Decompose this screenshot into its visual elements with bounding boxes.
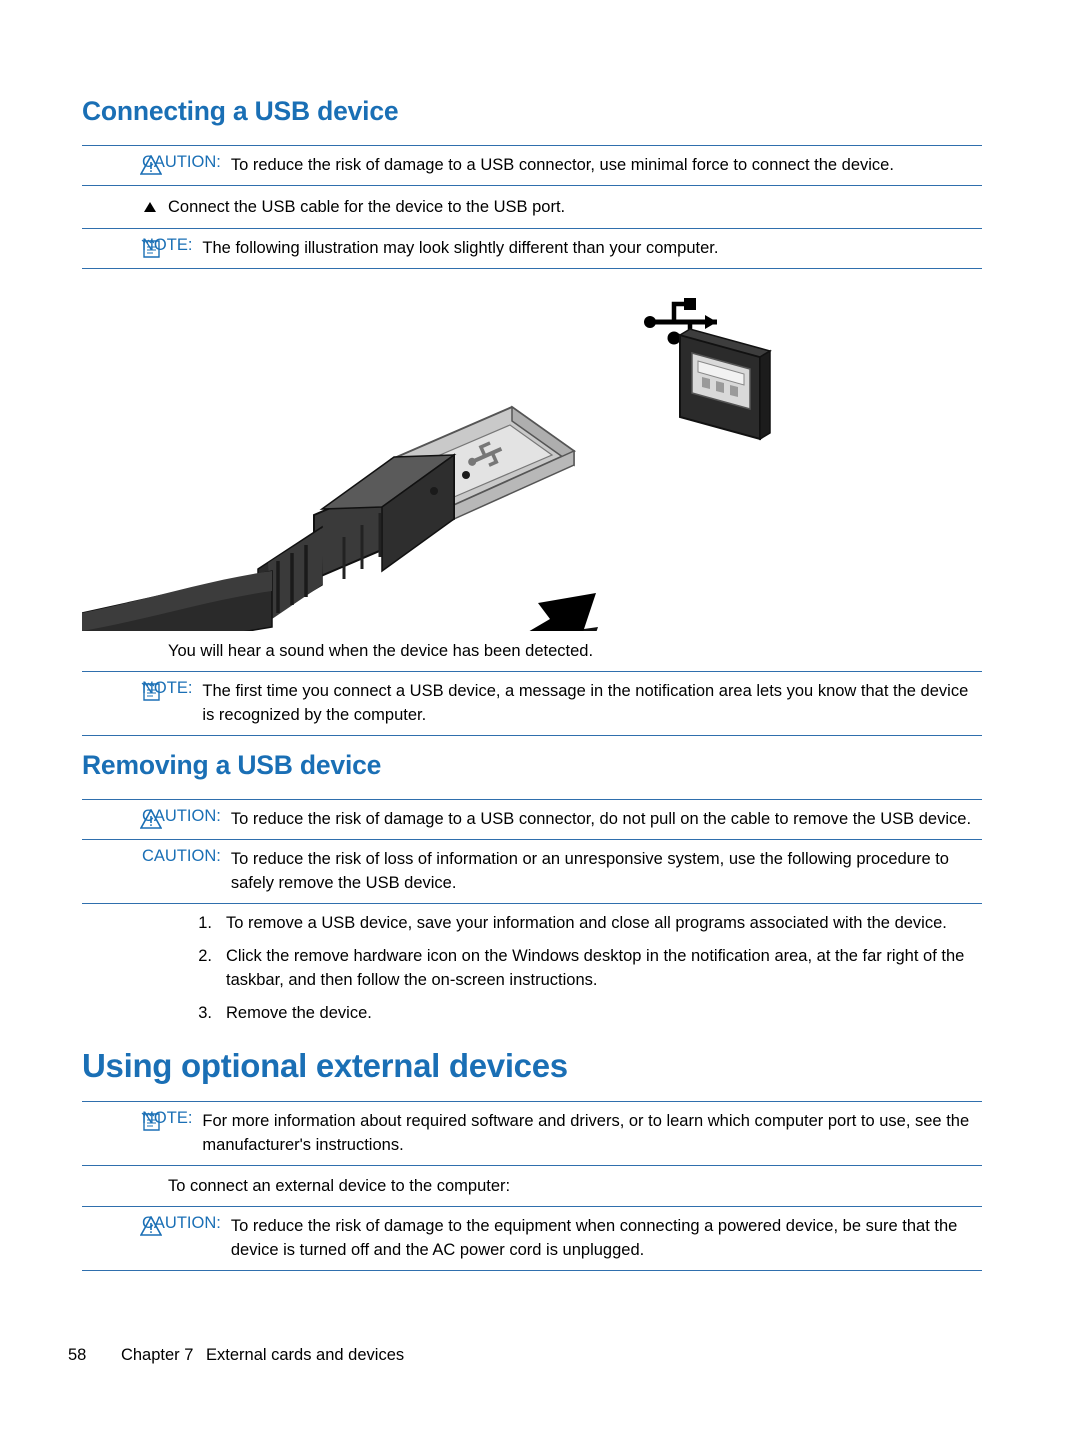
list-item: 3. Remove the device. (168, 994, 982, 1027)
note-text-illustration: The following illustration may look slig… (202, 239, 719, 257)
note-block-more-info: NOTE: For more information about require… (82, 1102, 982, 1165)
divider (82, 1270, 982, 1271)
step-number: 3. (198, 1004, 212, 1022)
usb-connection-figure (82, 279, 982, 631)
sound-detected-text: You will hear a sound when the device ha… (168, 642, 594, 660)
caution-text-loss-info: To reduce the risk of loss of informatio… (230, 850, 949, 892)
caution-triangle-icon (139, 154, 163, 175)
document-page: Connecting a USB device CAUTION: To redu… (0, 0, 1080, 1437)
note-block-first-time: NOTE: The first time you connect a USB d… (82, 672, 982, 735)
caution-block-loss-info: CAUTION: To reduce the risk of loss of i… (82, 840, 982, 903)
caution-text-powered-device: To reduce the risk of damage to the equi… (230, 1217, 958, 1259)
connect-external-text: To connect an external device to the com… (168, 1177, 511, 1195)
divider (82, 268, 982, 269)
footer-chapter: Chapter 7 (120, 1346, 194, 1364)
usb-illustration-svg (82, 298, 772, 631)
note-text-first-time: The first time you connect a USB device,… (202, 682, 969, 724)
page-content: Connecting a USB device CAUTION: To redu… (82, 96, 982, 1271)
note-text-more-info: For more information about required soft… (202, 1112, 970, 1154)
page-number: 58 (68, 1346, 87, 1364)
step-text: Remove the device. (226, 1004, 372, 1022)
triangle-bullet-icon (144, 202, 156, 212)
step-number: 1. (198, 914, 212, 932)
list-item: 1. To remove a USB device, save your inf… (168, 904, 982, 937)
page-footer: 58 Chapter 7 External cards and devices (68, 1346, 404, 1365)
step-number: 2. (198, 947, 212, 965)
caution-block-powered-device: CAUTION: To reduce the risk of damage to… (82, 1207, 982, 1270)
caution-block-remove-cable: CAUTION: To reduce the risk of damage to… (82, 800, 982, 839)
heading-removing-usb: Removing a USB device (82, 750, 382, 780)
heading-using-optional-devices: Using optional external devices (82, 1047, 568, 1084)
note-pad-icon (140, 681, 162, 701)
page-title: Connecting a USB device (82, 96, 399, 126)
removal-steps-list: 1. To remove a USB device, save your inf… (82, 904, 982, 1027)
step-text: Click the remove hardware icon on the Wi… (226, 947, 965, 989)
list-item: 2. Click the remove hardware icon on the… (168, 937, 982, 994)
caution-label: CAUTION: (142, 847, 221, 865)
bullet-connect-text: Connect the USB cable for the device to … (168, 198, 566, 216)
caution-text-connect: To reduce the risk of damage to a USB co… (230, 156, 894, 174)
usb-plug (82, 405, 577, 631)
direction-arrow-icon (529, 593, 598, 631)
bullet-connect-cable: Connect the USB cable for the device to … (82, 186, 982, 228)
note-pad-icon (140, 238, 162, 258)
caution-triangle-icon (139, 1215, 163, 1236)
note-pad-icon (140, 1111, 162, 1131)
caution-text-remove-cable: To reduce the risk of damage to a USB co… (230, 810, 972, 828)
usb-port (678, 328, 772, 441)
caution-block-connect: CAUTION: To reduce the risk of damage to… (82, 146, 982, 185)
note-block-illustration: NOTE: The following illustration may loo… (82, 229, 982, 268)
step-text: To remove a USB device, save your inform… (226, 914, 947, 932)
caution-triangle-icon (139, 808, 163, 829)
footer-chapter-title: External cards and devices (206, 1346, 405, 1364)
